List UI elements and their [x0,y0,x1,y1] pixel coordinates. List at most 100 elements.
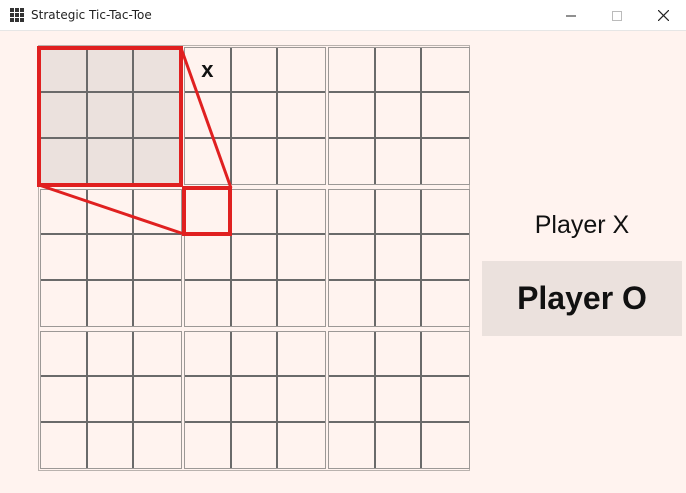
title-bar: Strategic Tic-Tac-Toe [0,0,686,31]
board-cell[interactable] [232,138,279,184]
board-cell[interactable] [231,93,279,139]
board-cell[interactable] [278,423,325,468]
maximize-icon [612,10,622,21]
board-cell[interactable] [329,190,376,236]
board-cell[interactable] [329,422,376,468]
subboard-6 [328,189,470,327]
board-cell[interactable] [329,377,376,423]
maximize-button[interactable] [594,0,640,31]
board-cell[interactable] [375,332,423,378]
board-cell[interactable] [232,280,279,326]
board-cell[interactable] [134,190,181,236]
close-button[interactable] [640,0,686,31]
board-cell[interactable] [232,422,279,468]
board-cell[interactable] [376,422,423,468]
board-cell[interactable] [41,190,88,236]
board-cell[interactable] [185,138,232,184]
board-cell[interactable] [329,280,376,326]
board-cell[interactable] [134,281,181,326]
board-cell[interactable] [134,139,181,184]
subboard-4 [40,189,182,327]
board-cell[interactable] [375,377,423,423]
minimize-icon [566,15,576,16]
board-cell[interactable]: x [185,48,232,94]
board-cell[interactable] [231,235,279,281]
board-cell[interactable] [329,93,376,139]
board-cell[interactable] [88,138,135,184]
board-cell[interactable] [422,281,469,326]
board-cell[interactable] [87,93,135,139]
minimize-button[interactable] [548,0,594,31]
board-cell[interactable] [422,93,469,139]
board-cell[interactable] [278,235,325,281]
board-cell[interactable] [376,280,423,326]
player-x-label: Player X [534,210,630,239]
board-cell[interactable] [278,377,325,423]
subboard-3 [328,47,470,185]
board-cell[interactable] [422,48,469,94]
board-cell[interactable] [134,332,181,378]
board-cell[interactable] [41,235,88,281]
board-cell[interactable] [185,332,232,378]
board-cell[interactable] [422,139,469,184]
board-cell[interactable] [231,190,279,236]
board-cell[interactable] [41,280,88,326]
close-icon [657,10,669,21]
board-cell[interactable] [278,190,325,236]
board-cell[interactable] [185,377,232,423]
board-cell[interactable] [422,235,469,281]
grid-icon [10,8,24,22]
board-cell[interactable] [134,93,181,139]
board-cell[interactable] [41,422,88,468]
subboard-7 [40,331,182,469]
board-cell[interactable] [134,423,181,468]
board-cell[interactable] [87,190,135,236]
board-cell[interactable] [375,235,423,281]
board-cell[interactable] [134,48,181,94]
board-cell[interactable] [185,422,232,468]
board-cell[interactable] [231,377,279,423]
board-cell[interactable] [376,138,423,184]
board-cell[interactable] [329,332,376,378]
board-cell[interactable] [88,422,135,468]
board-cell[interactable] [422,332,469,378]
board-cell[interactable] [41,48,88,94]
subboard-1 [40,47,182,185]
board-cell[interactable] [88,280,135,326]
subboard-2: x [184,47,326,185]
board-cell[interactable] [278,332,325,378]
board-cell[interactable] [422,190,469,236]
board-cell[interactable] [41,377,88,423]
board-cell[interactable] [87,377,135,423]
game-board: x [38,45,470,471]
board-cell[interactable] [278,48,325,94]
board-cell[interactable] [422,377,469,423]
board-cell[interactable] [41,93,88,139]
window-title: Strategic Tic-Tac-Toe [31,8,152,22]
board-cell[interactable] [375,48,423,94]
board-cell[interactable] [329,48,376,94]
board-cell[interactable] [231,48,279,94]
board-cell[interactable] [87,235,135,281]
player-o-label: Player O [482,261,682,336]
board-cell[interactable] [41,138,88,184]
board-cell[interactable] [185,190,232,236]
board-cell[interactable] [329,235,376,281]
board-cell[interactable] [134,235,181,281]
board-cell[interactable] [185,93,232,139]
board-cell[interactable] [134,377,181,423]
board-cell[interactable] [422,423,469,468]
board-cell[interactable] [87,332,135,378]
board-cell[interactable] [278,281,325,326]
subboard-9 [328,331,470,469]
board-cell[interactable] [41,332,88,378]
board-cell[interactable] [185,280,232,326]
board-cell[interactable] [329,138,376,184]
board-cell[interactable] [185,235,232,281]
board-cell[interactable] [375,93,423,139]
board-cell[interactable] [87,48,135,94]
board-cell[interactable] [278,93,325,139]
board-cell[interactable] [231,332,279,378]
board-cell[interactable] [375,190,423,236]
board-cell[interactable] [278,139,325,184]
